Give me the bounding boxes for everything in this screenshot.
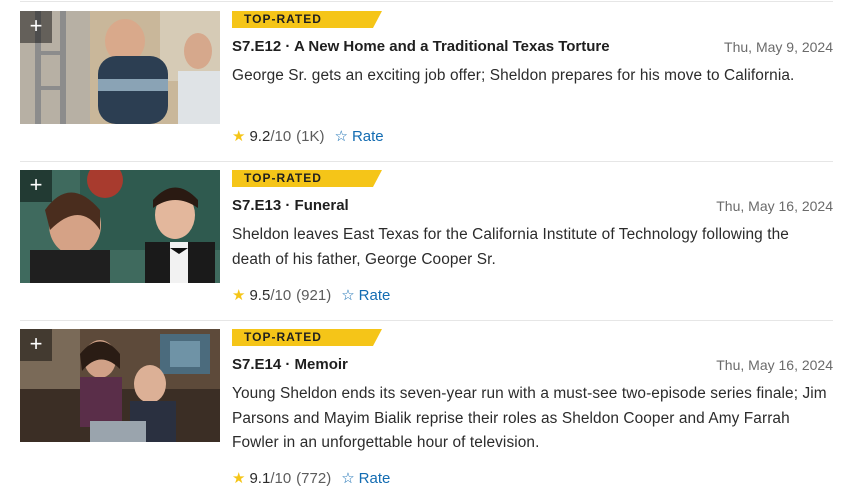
episode-plot: Young Sheldon ends its seven-year run wi…: [232, 385, 827, 451]
top-rated-badge: TOP-RATED: [232, 170, 382, 187]
star-icon: ★: [232, 128, 246, 145]
star-icon: ★: [232, 287, 246, 304]
plus-icon: +: [29, 331, 43, 356]
top-rated-badge: TOP-RATED: [232, 329, 382, 346]
plus-icon: +: [29, 13, 43, 38]
vote-count: (772): [296, 469, 332, 487]
add-to-watchlist-button[interactable]: +: [20, 329, 52, 361]
rating-scale: /10: [270, 469, 292, 487]
rating-row: ★ 9.5 /10 (921) ☆ Rate: [232, 286, 391, 305]
rating-row: ★ 9.2 /10 (1K) ☆ Rate: [232, 127, 384, 146]
star-outline-icon: ☆: [341, 287, 355, 304]
add-to-watchlist-button[interactable]: +: [20, 170, 52, 202]
rate-label: Rate: [351, 127, 384, 145]
air-date: Thu, May 9, 2024: [724, 39, 833, 55]
rating-score: 9.1: [249, 469, 271, 487]
divider: [20, 161, 833, 162]
rating-scale: /10: [270, 286, 292, 304]
add-to-watchlist-button[interactable]: +: [20, 11, 52, 43]
star-icon: ★: [232, 470, 246, 487]
rating-score: 9.2: [249, 127, 271, 145]
episode-plot: George Sr. gets an exciting job offer; S…: [232, 67, 795, 84]
rate-button[interactable]: ☆ Rate: [341, 469, 391, 488]
star-outline-icon: ☆: [341, 470, 355, 487]
rating-scale: /10: [270, 127, 292, 145]
rating-row: ★ 9.1 /10 (772) ☆ Rate: [232, 469, 391, 488]
vote-count: (1K): [296, 127, 325, 145]
star-outline-icon: ☆: [334, 128, 348, 145]
top-rated-badge: TOP-RATED: [232, 11, 382, 28]
divider: [20, 1, 833, 2]
episode-title[interactable]: S7.E13 · Funeral: [232, 197, 349, 214]
episode-thumbnail[interactable]: +: [20, 170, 220, 283]
episode-thumbnail[interactable]: +: [20, 11, 220, 124]
plus-icon: +: [29, 172, 43, 197]
episode-plot: Sheldon leaves East Texas for the Califo…: [232, 226, 789, 268]
rate-button[interactable]: ☆ Rate: [341, 286, 391, 305]
episode-title[interactable]: S7.E14 · Memoir: [232, 356, 348, 373]
rate-button[interactable]: ☆ Rate: [334, 127, 384, 146]
rate-label: Rate: [358, 286, 391, 304]
rate-label: Rate: [358, 469, 391, 487]
episode-title[interactable]: S7.E12 · A New Home and a Traditional Te…: [232, 38, 610, 55]
air-date: Thu, May 16, 2024: [716, 357, 833, 373]
vote-count: (921): [296, 286, 332, 304]
air-date: Thu, May 16, 2024: [716, 198, 833, 214]
episode-thumbnail[interactable]: +: [20, 329, 220, 442]
rating-score: 9.5: [249, 286, 271, 304]
divider: [20, 320, 833, 321]
